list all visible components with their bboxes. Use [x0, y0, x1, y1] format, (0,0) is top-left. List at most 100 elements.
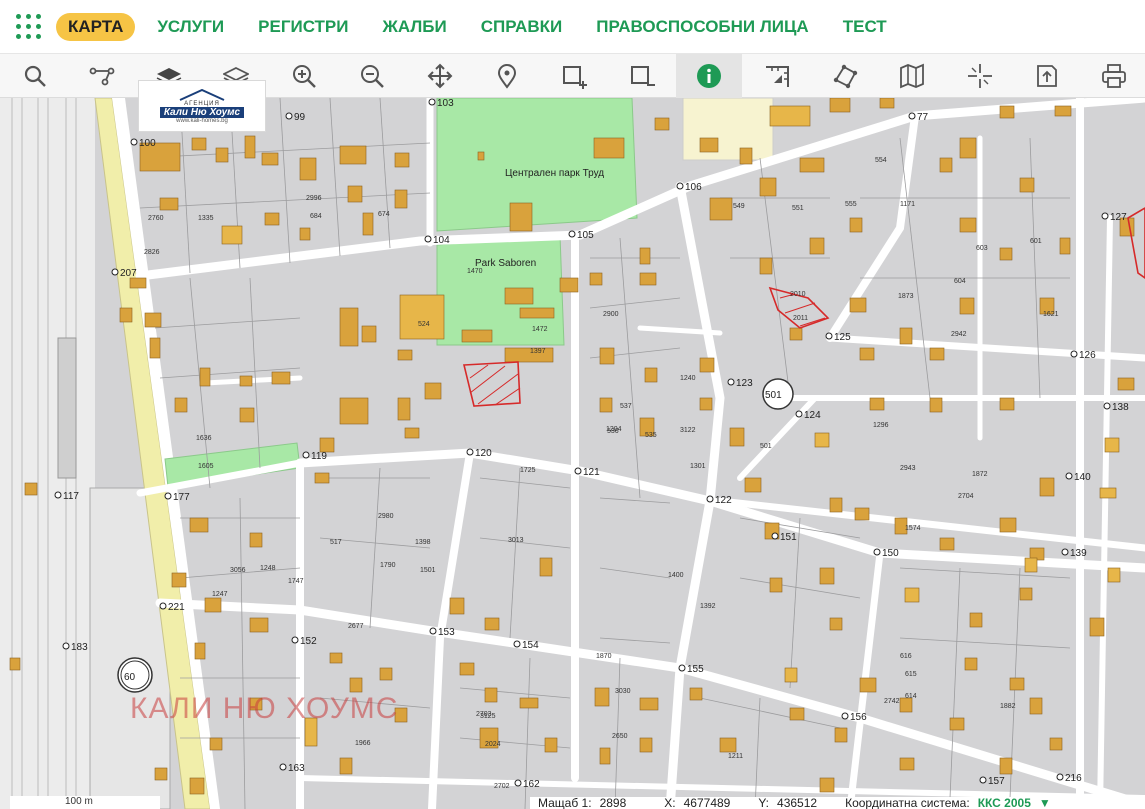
location-button[interactable] — [474, 54, 540, 98]
app-root: КАРТА УСЛУГИ РЕГИСТРИ ЖАЛБИ СПРАВКИ ПРАВ… — [0, 0, 1145, 809]
polygon-icon — [833, 64, 858, 89]
survey-point-marker — [164, 492, 172, 500]
parcel-number: 1397 — [530, 348, 546, 355]
measure-button[interactable] — [744, 54, 810, 98]
parcel-number: 555 — [845, 201, 857, 208]
zoom-out-icon — [361, 65, 384, 88]
crosshair-icon — [968, 64, 992, 88]
parcel-number: 2011 — [793, 315, 808, 322]
survey-point-label: 154 — [522, 640, 539, 651]
parcel-number: 1790 — [380, 562, 396, 569]
parcel-number: 2703 — [476, 711, 492, 718]
basemap-button[interactable] — [879, 54, 945, 98]
apps-grid-icon[interactable] — [16, 13, 42, 40]
survey-point-marker — [285, 112, 293, 120]
top-navigation: КАРТА УСЛУГИ РЕГИСТРИ ЖАЛБИ СПРАВКИ ПРАВ… — [0, 0, 1145, 54]
survey-point-marker — [54, 491, 62, 499]
chevron-down-icon[interactable]: ▼ — [1039, 797, 1051, 809]
survey-point-label: 221 — [168, 602, 185, 613]
coord-system-select[interactable]: ККС 2005 — [978, 797, 1031, 809]
logo-line-2: Кали Ню Хоумс — [159, 106, 245, 118]
search-tool-button[interactable] — [2, 54, 68, 98]
parcel-number: 1621 — [1043, 311, 1059, 318]
parcel-number: 549 — [733, 203, 745, 210]
survey-point-marker — [873, 548, 881, 556]
survey-point-label: 127 — [1110, 212, 1127, 223]
parcel-number: 1392 — [700, 603, 716, 610]
nav-item-zhalbi[interactable]: ЖАЛБИ — [383, 17, 447, 37]
survey-point-marker — [159, 602, 167, 610]
scale-bar-label: 100 m — [65, 796, 93, 807]
cadastral-map[interactable]: 100 99 103 104 105 106 77 127 207 125 126 123 124 138… — [0, 98, 1145, 809]
crosshair-button[interactable] — [947, 54, 1013, 98]
survey-point-label: 151 — [780, 532, 797, 543]
parcel-number: 614 — [905, 693, 917, 700]
y-value: 436512 — [777, 797, 818, 809]
print-button[interactable] — [1081, 54, 1145, 98]
parcel-number: 1335 — [198, 215, 214, 222]
nav-item-karta[interactable]: КАРТА — [56, 12, 136, 41]
survey-point-label: 139 — [1070, 548, 1087, 559]
info-icon — [697, 64, 721, 88]
survey-point-marker — [676, 182, 684, 190]
remove-area-button[interactable] — [609, 54, 675, 98]
survey-point-label: 99 — [294, 112, 306, 123]
survey-point-marker — [514, 779, 522, 787]
survey-point-label: 177 — [173, 492, 190, 503]
remove-area-icon — [631, 66, 655, 86]
survey-point-marker — [678, 664, 686, 672]
nav-item-test[interactable]: ТЕСТ — [843, 17, 887, 37]
parcel-number: 1747 — [288, 578, 304, 585]
parcel-number: 1966 — [355, 740, 371, 747]
survey-point-label: 150 — [882, 548, 899, 559]
survey-point-label: 124 — [804, 410, 821, 421]
survey-point-marker — [428, 98, 436, 106]
parcel-number: 1872 — [972, 471, 988, 478]
x-value: 4677489 — [683, 797, 731, 809]
parcel-number: 1398 — [415, 539, 431, 546]
nav-item-pravosposobni-litsa[interactable]: ПРАВОСПОСОБНИ ЛИЦА — [596, 17, 809, 37]
parcel-number: 2826 — [144, 249, 160, 256]
zoom-in-button[interactable] — [271, 54, 337, 98]
route-icon — [89, 67, 115, 86]
zoom-out-button[interactable] — [339, 54, 405, 98]
survey-point-marker — [513, 640, 521, 648]
survey-point-marker — [62, 642, 70, 650]
export-icon — [1037, 65, 1057, 87]
parcel-number: 2760 — [148, 215, 164, 222]
nav-item-registri[interactable]: РЕГИСТРИ — [258, 17, 348, 37]
survey-point-marker — [291, 636, 299, 644]
parcel-number: 3122 — [680, 427, 696, 434]
park-label-saboren: Park Saboren — [475, 258, 536, 269]
parcel-number: 2024 — [485, 741, 501, 748]
parcel-number: 501 — [760, 443, 772, 450]
survey-point-marker — [568, 230, 576, 238]
nav-item-spravki[interactable]: СПРАВКИ — [481, 17, 563, 37]
survey-point-marker — [1056, 773, 1064, 781]
survey-point-label: 183 — [71, 642, 88, 653]
route-tool-button[interactable] — [69, 54, 135, 98]
info-button[interactable] — [676, 54, 742, 98]
parcel-number: 1296 — [873, 422, 889, 429]
survey-point-label: 157 — [988, 776, 1005, 787]
survey-point-label: 103 — [437, 98, 454, 109]
survey-point-label: 140 — [1074, 472, 1091, 483]
pan-button[interactable] — [407, 54, 473, 98]
export-button[interactable] — [1014, 54, 1080, 98]
survey-point-label: 106 — [685, 182, 702, 193]
survey-point-label: 152 — [300, 636, 317, 647]
survey-point-marker — [429, 627, 437, 635]
survey-point-label: 125 — [834, 332, 851, 343]
logo-line-3: www.kali-homes.bg — [176, 117, 228, 124]
polygon-button[interactable] — [812, 54, 878, 98]
nav-item-uslugi[interactable]: УСЛУГИ — [157, 17, 224, 37]
measure-icon — [766, 66, 789, 87]
parcel-number: 1301 — [690, 463, 706, 470]
parcel-number: 615 — [905, 671, 917, 678]
survey-point-label: 216 — [1065, 773, 1082, 784]
parcel-number: 2943 — [900, 465, 916, 472]
parcel-number: 2900 — [603, 311, 619, 318]
add-area-button[interactable] — [541, 54, 607, 98]
parcel-number: 1725 — [520, 467, 536, 474]
scale-value[interactable]: 2898 — [600, 797, 627, 809]
